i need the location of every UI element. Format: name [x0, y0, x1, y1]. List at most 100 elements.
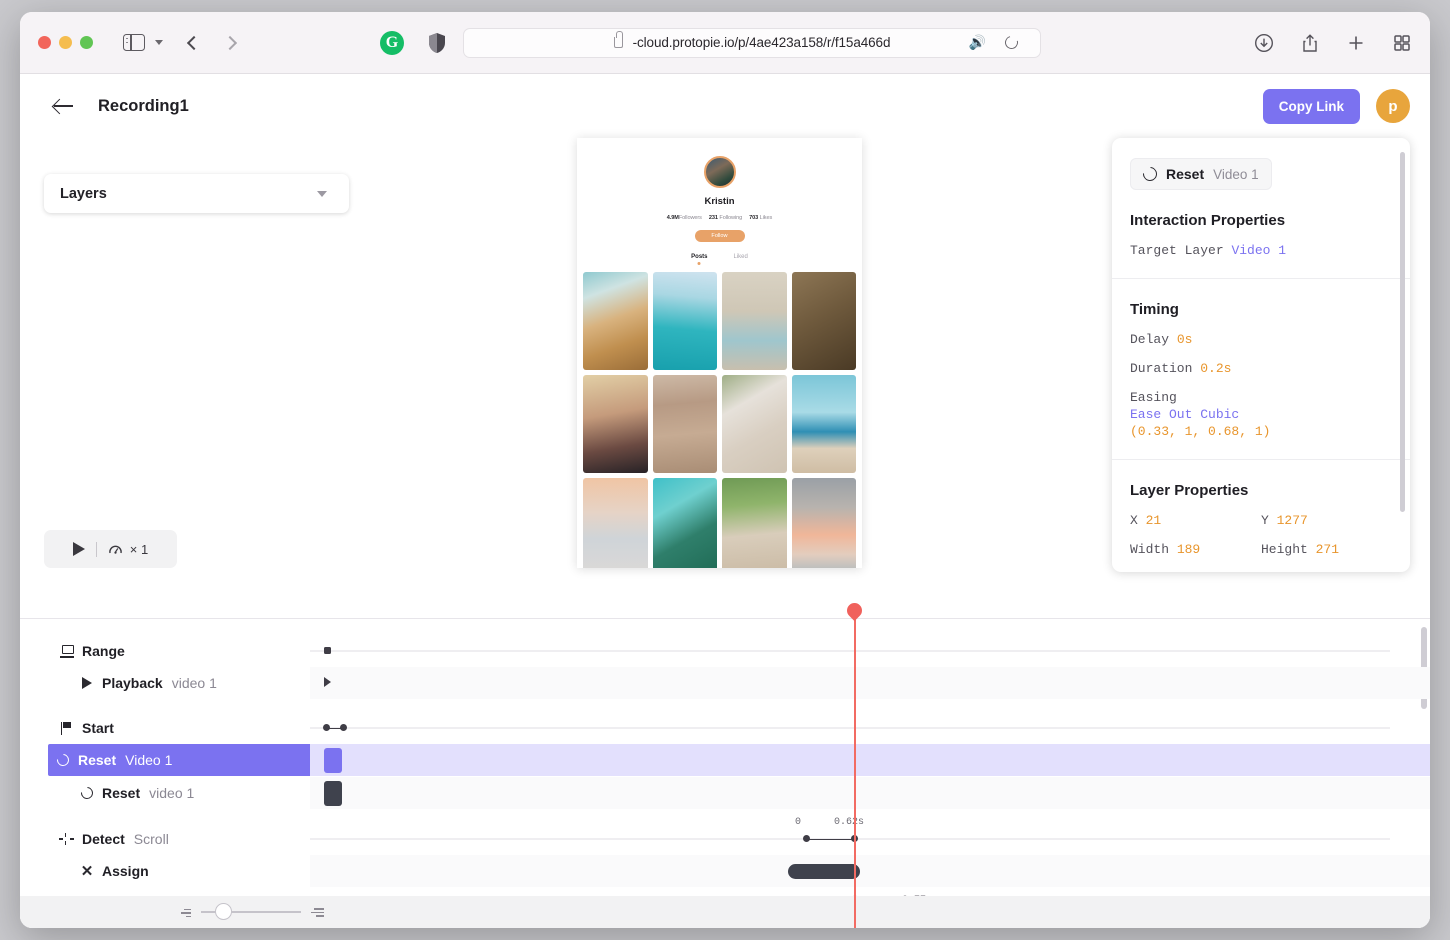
zoom-slider-knob[interactable] [215, 903, 232, 920]
timeline-row-playback-1[interactable]: Playback video 1 [72, 667, 310, 699]
grammarly-icon[interactable]: G [380, 30, 404, 55]
photo-silhouette-curtain[interactable] [791, 272, 856, 370]
photo-woman-in-field[interactable] [722, 478, 787, 568]
action-chip[interactable] [324, 781, 342, 806]
timeline-row-start-2[interactable]: Start [52, 712, 310, 744]
following-label: Following [719, 215, 743, 221]
preview-player-controls[interactable]: × 1 [44, 530, 177, 568]
tab-overview-icon[interactable] [1392, 33, 1412, 53]
timeline-row-reset-4[interactable]: Reset video 1 [72, 777, 310, 809]
zoom-out-icon[interactable] [178, 907, 191, 918]
photo-woman-straw-hat[interactable] [583, 375, 648, 473]
inspector-scrollbar[interactable] [1400, 152, 1405, 512]
timeline-row-name: Playback [102, 675, 163, 691]
lock-icon [613, 31, 623, 48]
shield-icon[interactable] [428, 32, 446, 54]
chrome-right-icons[interactable] [1254, 33, 1412, 53]
forward-chevron-icon[interactable] [222, 35, 238, 50]
audio-playing-icon[interactable]: 🔊 [969, 34, 986, 51]
photo-beach-umbrella-chairs[interactable] [791, 375, 856, 473]
playback-speed-control[interactable]: × 1 [108, 542, 148, 557]
photo-surfer-sunset[interactable] [583, 478, 648, 568]
timeline-track-0[interactable] [310, 635, 1430, 667]
header-actions: Copy Link p [1262, 88, 1410, 124]
following-count: 231 [708, 215, 718, 221]
keyframe[interactable] [340, 724, 347, 731]
timeline-track-1[interactable] [310, 667, 1430, 699]
sidebar-toggle-button[interactable] [123, 34, 163, 51]
timeline-row-name: Start [82, 720, 114, 736]
range-icon [52, 644, 82, 658]
navigation-buttons[interactable] [186, 35, 238, 50]
avatar[interactable]: p [1376, 89, 1410, 123]
chevron-down-icon[interactable] [317, 190, 327, 197]
photo-ocean-horizon-pastel[interactable] [791, 478, 856, 568]
keyframe[interactable] [323, 724, 330, 731]
profile-stats: 4.9MFollowers 231 Following 703 Likes [577, 215, 862, 221]
photo-archway-ocean-view[interactable] [722, 272, 787, 370]
height-label: Height [1261, 542, 1308, 557]
play-icon[interactable] [72, 542, 85, 556]
profile-tabs: Posts Liked [577, 254, 862, 260]
playhead[interactable] [843, 599, 866, 928]
reset-icon [48, 751, 78, 769]
maximize-window-button[interactable] [80, 36, 93, 49]
photo-picnic-blanket-flatlay[interactable] [722, 375, 787, 473]
minimize-window-button[interactable] [59, 36, 72, 49]
keyframe[interactable] [803, 835, 810, 842]
timeline-zoom-slider[interactable] [201, 903, 301, 920]
tab-posts[interactable]: Posts [691, 254, 707, 260]
likes-label: Likes [759, 215, 773, 221]
inspector-action-pill[interactable]: Reset Video 1 [1130, 158, 1272, 190]
playback-marker[interactable] [324, 677, 331, 687]
timeline-track-3[interactable] [310, 744, 1430, 776]
y-value: 1277 [1276, 513, 1308, 528]
prototype-preview[interactable]: Kristin 4.9MFollowers 231 Following 703 Li… [577, 138, 862, 568]
photo-aerial-beach-shore[interactable] [583, 272, 648, 370]
interaction-properties-heading: Interaction Properties [1130, 212, 1286, 229]
timeline-row-range-0[interactable]: Range [52, 635, 310, 667]
extension-buttons[interactable]: G [380, 30, 446, 55]
chevron-down-icon[interactable] [155, 40, 163, 45]
timeline-track-2[interactable] [310, 712, 1430, 744]
follow-button[interactable]: Follow [694, 230, 745, 242]
followers-count: 4.9M [666, 215, 679, 221]
width-value: 189 [1176, 542, 1201, 557]
duration-value: 0.2s [1200, 361, 1232, 376]
timeline-row-assign-6[interactable]: ✕ Assign [72, 855, 310, 887]
timing-heading: Timing [1130, 301, 1179, 318]
back-chevron-icon[interactable] [186, 35, 202, 50]
reset-icon [1140, 164, 1160, 184]
download-icon[interactable] [1254, 33, 1274, 53]
photo-surfers-wave[interactable] [652, 272, 717, 370]
new-tab-plus-icon[interactable] [1346, 33, 1366, 53]
back-arrow-icon[interactable] [54, 96, 74, 116]
address-bar[interactable]: -cloud.protopie.io/p/4ae423a158/r/f15a46… [463, 27, 1041, 58]
width-label: Width [1130, 542, 1170, 557]
action-chip[interactable] [324, 748, 342, 773]
assign-range-bar[interactable] [788, 864, 860, 879]
close-window-button[interactable] [38, 36, 51, 49]
share-icon[interactable] [1300, 33, 1320, 53]
tab-liked[interactable]: Liked [734, 254, 748, 260]
photo-palm-leaves[interactable] [652, 478, 717, 568]
zoom-in-icon[interactable] [311, 907, 324, 918]
photo-beach-shadow-post[interactable] [652, 375, 717, 473]
track-line [310, 650, 1390, 652]
timeline-row-detect-5[interactable]: Detect Scroll [52, 823, 310, 855]
window-controls[interactable] [38, 36, 93, 49]
timeline-tracks[interactable]: 00.62s00.77s [310, 599, 1430, 928]
duration-row: Duration 0.2s [1130, 361, 1392, 376]
y-label: Y [1261, 513, 1269, 528]
keyframe[interactable] [324, 647, 331, 654]
timeline-track-5[interactable] [310, 823, 1430, 855]
copy-link-button[interactable]: Copy Link [1262, 88, 1360, 124]
reload-icon[interactable] [1002, 33, 1021, 52]
timeline-row-reset-3[interactable]: Reset Video 1 [48, 744, 320, 776]
x-label: X [1130, 513, 1138, 528]
layers-dropdown[interactable]: Layers [44, 174, 349, 213]
timeline-track-6[interactable] [310, 855, 1430, 887]
timeline-track-4[interactable] [310, 777, 1430, 809]
divider [1112, 459, 1410, 460]
easing-label: Easing [1130, 390, 1177, 405]
